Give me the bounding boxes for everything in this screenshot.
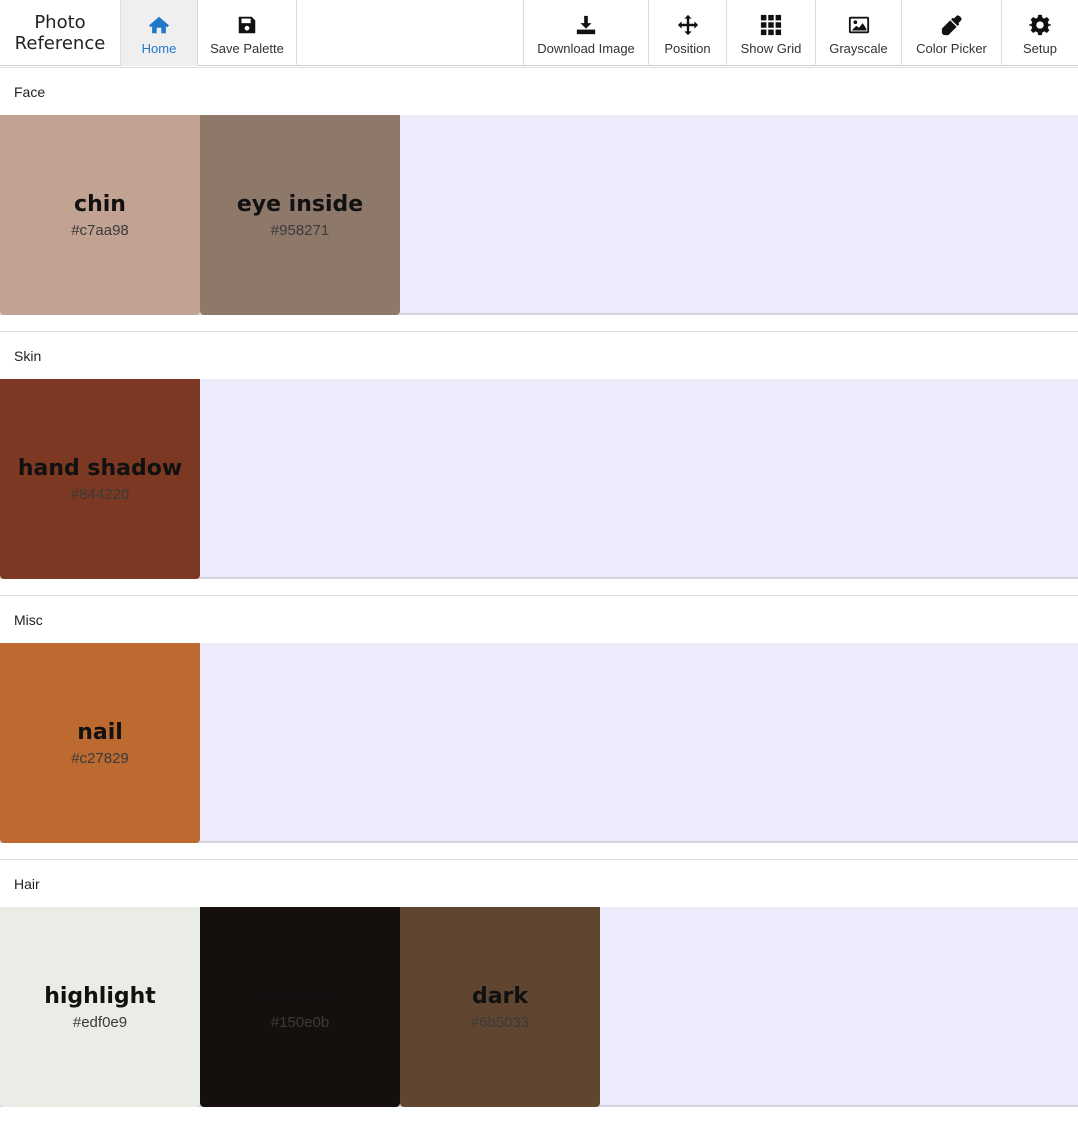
section-title: Face	[0, 67, 1078, 115]
show-grid-label: Show Grid	[740, 41, 802, 56]
palette-section-misc: Misc nail #c27829	[0, 595, 1078, 843]
home-button[interactable]: Home	[120, 0, 198, 66]
eyedropper-icon	[941, 15, 962, 36]
swatch-hex: #844220	[70, 485, 130, 503]
swatch-row: highlight #edf0e9 shadow #150e0b dark #6…	[0, 907, 1078, 1107]
color-swatch[interactable]: dark #6b5033	[400, 907, 600, 1107]
move-icon	[677, 14, 698, 36]
home-label: Home	[141, 41, 177, 56]
swatch-name: shadow	[252, 983, 348, 1009]
swatch-hex: #958271	[270, 221, 330, 239]
color-swatch[interactable]: chin #c7aa98	[0, 115, 200, 315]
swatch-hex: #edf0e9	[72, 1013, 128, 1031]
gear-icon	[1029, 14, 1051, 36]
swatch-name: highlight	[44, 983, 156, 1009]
swatch-hex: #c7aa98	[71, 221, 129, 239]
section-title: Hair	[0, 859, 1078, 907]
palette-section-hair: Hair highlight #edf0e9 shadow #150e0b da…	[0, 859, 1078, 1107]
position-button[interactable]: Position	[649, 0, 727, 66]
app-title-line2: Reference	[14, 33, 106, 54]
save-palette-button[interactable]: Save Palette	[198, 0, 297, 66]
grayscale-label: Grayscale	[829, 41, 888, 56]
app-title-line1: Photo	[34, 12, 86, 33]
download-icon	[576, 15, 596, 35]
swatch-hex: #c27829	[71, 749, 129, 767]
download-image-button[interactable]: Download Image	[524, 0, 649, 66]
color-swatch[interactable]: shadow #150e0b	[200, 907, 400, 1107]
download-image-label: Download Image	[537, 41, 635, 56]
color-swatch[interactable]: highlight #edf0e9	[0, 907, 200, 1107]
color-swatch[interactable]: hand shadow #844220	[0, 379, 200, 579]
grid-icon	[760, 14, 782, 36]
setup-label: Setup	[1023, 41, 1057, 56]
swatch-hex: #150e0b	[270, 1013, 330, 1031]
color-swatch[interactable]: eye inside #958271	[200, 115, 400, 315]
swatch-row: hand shadow #844220	[0, 379, 1078, 579]
palette-section-face: Face chin #c7aa98 eye inside #958271	[0, 67, 1078, 315]
show-grid-button[interactable]: Show Grid	[727, 0, 816, 66]
home-icon	[148, 16, 170, 34]
save-palette-label: Save Palette	[210, 41, 284, 56]
swatch-name: hand shadow	[17, 455, 183, 481]
color-picker-label: Color Picker	[916, 41, 987, 56]
swatch-name: nail	[77, 719, 123, 745]
app-brand: Photo Reference	[0, 0, 120, 66]
save-icon	[238, 16, 256, 34]
setup-button[interactable]: Setup	[1002, 0, 1078, 66]
top-toolbar: Photo Reference Home Save Palette Downlo…	[0, 0, 1078, 66]
color-swatch[interactable]: nail #c27829	[0, 643, 200, 843]
swatch-name: eye inside	[236, 191, 364, 217]
section-title: Misc	[0, 595, 1078, 643]
swatch-name: dark	[471, 983, 529, 1009]
section-title: Skin	[0, 331, 1078, 379]
grayscale-button[interactable]: Grayscale	[816, 0, 902, 66]
palette-section-skin: Skin hand shadow #844220	[0, 331, 1078, 579]
color-picker-button[interactable]: Color Picker	[902, 0, 1002, 66]
position-label: Position	[664, 41, 711, 56]
swatch-row: nail #c27829	[0, 643, 1078, 843]
image-icon	[848, 16, 869, 34]
swatch-name: chin	[74, 191, 126, 217]
swatch-row: chin #c7aa98 eye inside #958271	[0, 115, 1078, 315]
swatch-hex: #6b5033	[470, 1013, 530, 1031]
